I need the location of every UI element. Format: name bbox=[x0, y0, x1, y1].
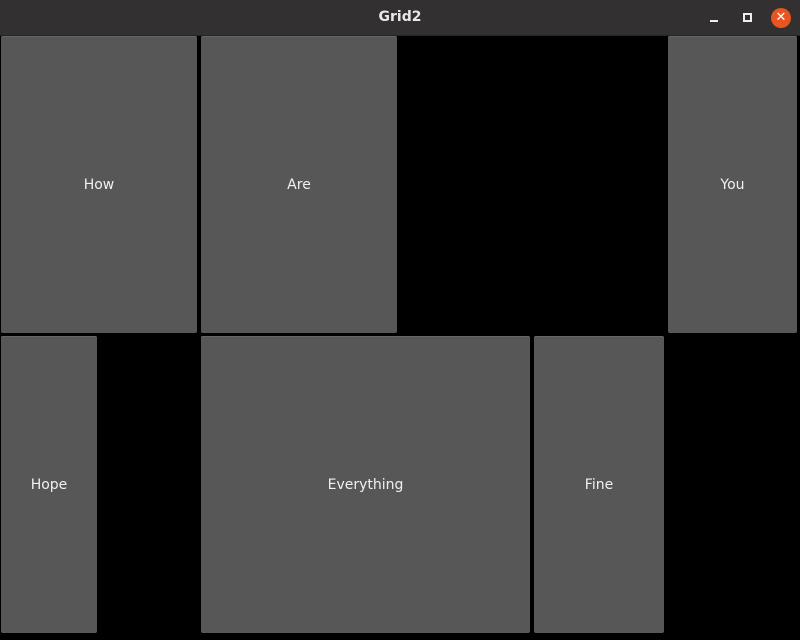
grid-content: How Are You Hope Everything Fine bbox=[0, 36, 800, 640]
maximize-icon[interactable] bbox=[737, 8, 757, 28]
everything-button[interactable]: Everything bbox=[201, 336, 530, 633]
fine-button[interactable]: Fine bbox=[534, 336, 664, 633]
title-bar: Grid2 ✕ bbox=[0, 0, 800, 36]
minimize-icon[interactable] bbox=[704, 8, 724, 28]
close-icon[interactable]: ✕ bbox=[771, 8, 791, 28]
you-button[interactable]: You bbox=[668, 36, 797, 333]
how-button[interactable]: How bbox=[1, 36, 197, 333]
are-button[interactable]: Are bbox=[201, 36, 397, 333]
window-title: Grid2 bbox=[378, 9, 422, 25]
hope-button[interactable]: Hope bbox=[1, 336, 97, 633]
